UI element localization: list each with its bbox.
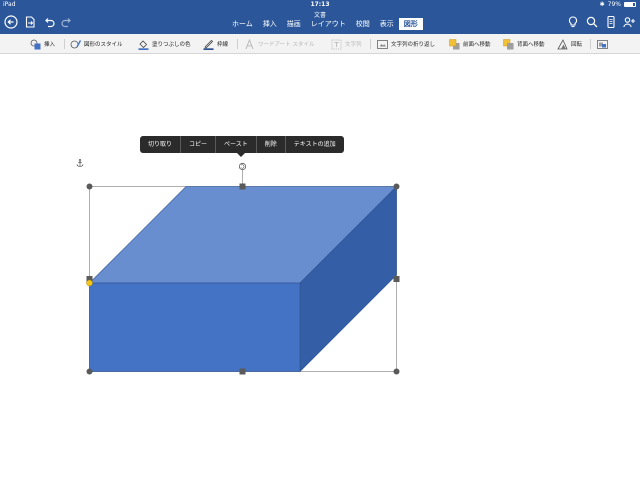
context-menu: 切り取り コピー ペースト 削除 テキストの追加 bbox=[140, 136, 344, 153]
anchor-icon bbox=[76, 159, 84, 167]
resize-handle-right[interactable] bbox=[393, 276, 400, 282]
resize-handle-top-right[interactable] bbox=[393, 183, 400, 190]
resize-handle-top-left[interactable] bbox=[86, 183, 93, 190]
context-menu-pointer bbox=[237, 153, 245, 157]
adjust-handle[interactable] bbox=[86, 279, 93, 287]
resize-handle-top[interactable] bbox=[239, 183, 246, 190]
cuboid-shape[interactable] bbox=[0, 0, 640, 480]
rotate-handle-icon[interactable] bbox=[238, 162, 247, 171]
resize-handle-bottom-right[interactable] bbox=[393, 368, 400, 375]
menu-item-add-text[interactable]: テキストの追加 bbox=[284, 136, 344, 153]
menu-item-delete[interactable]: 削除 bbox=[255, 136, 285, 153]
menu-item-paste[interactable]: ペースト bbox=[215, 136, 256, 153]
resize-handle-bottom[interactable] bbox=[239, 368, 246, 375]
menu-item-copy[interactable]: コピー bbox=[180, 136, 215, 153]
menu-item-cut[interactable]: 切り取り bbox=[140, 136, 180, 153]
resize-handle-bottom-left[interactable] bbox=[86, 368, 93, 375]
cuboid-front-face bbox=[89, 282, 301, 372]
